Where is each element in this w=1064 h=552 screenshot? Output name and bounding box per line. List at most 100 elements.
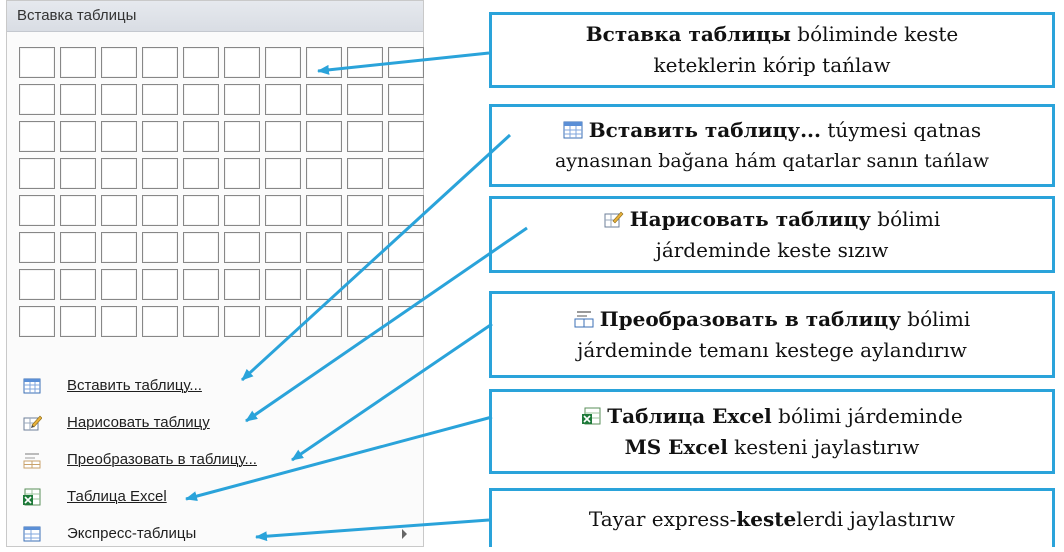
grid-cell[interactable]: [265, 195, 301, 226]
table-size-grid[interactable]: [19, 47, 424, 337]
grid-cell[interactable]: [101, 158, 137, 189]
grid-cell[interactable]: [306, 84, 342, 115]
grid-cell[interactable]: [60, 47, 96, 78]
grid-cell[interactable]: [347, 121, 383, 152]
grid-cell[interactable]: [388, 232, 424, 263]
grid-cell[interactable]: [183, 158, 219, 189]
grid-cell[interactable]: [101, 47, 137, 78]
grid-cell[interactable]: [306, 306, 342, 337]
grid-cell[interactable]: [265, 269, 301, 300]
grid-cell[interactable]: [265, 47, 301, 78]
callout-text: Tayar express-: [588, 506, 737, 531]
grid-cell[interactable]: [347, 195, 383, 226]
grid-cell[interactable]: [183, 195, 219, 226]
convert-to-table-icon: [574, 306, 594, 327]
grid-cell[interactable]: [60, 306, 96, 337]
grid-cell[interactable]: [183, 232, 219, 263]
grid-cell[interactable]: [60, 158, 96, 189]
grid-cell[interactable]: [142, 195, 178, 226]
menu-item-draw-table[interactable]: Нарисовать таблицу: [7, 405, 423, 441]
grid-cell[interactable]: [224, 84, 260, 115]
insert-table-icon: [22, 376, 42, 396]
grid-cell[interactable]: [19, 47, 55, 78]
grid-cell[interactable]: [306, 47, 342, 78]
grid-cell[interactable]: [183, 84, 219, 115]
grid-cell[interactable]: [306, 121, 342, 152]
menu-item-convert-to-table[interactable]: Преобразовать в таблицу...: [7, 442, 423, 478]
grid-cell[interactable]: [224, 269, 260, 300]
callout-line: Преобразовать в таблицу bólimi: [492, 304, 1052, 335]
grid-cell[interactable]: [347, 47, 383, 78]
grid-cell[interactable]: [183, 306, 219, 337]
grid-cell[interactable]: [224, 47, 260, 78]
grid-cell[interactable]: [388, 158, 424, 189]
grid-cell[interactable]: [142, 47, 178, 78]
grid-cell[interactable]: [19, 158, 55, 189]
grid-cell[interactable]: [265, 306, 301, 337]
excel-table-icon: [22, 487, 42, 507]
grid-cell[interactable]: [142, 84, 178, 115]
grid-cell[interactable]: [306, 158, 342, 189]
callout-line: járdeminde keste sızıw: [655, 237, 889, 262]
grid-cell[interactable]: [347, 306, 383, 337]
callout-convert-to-table: Преобразовать в таблицу bólimi járdemind…: [489, 291, 1055, 378]
grid-cell[interactable]: [101, 232, 137, 263]
grid-cell[interactable]: [224, 195, 260, 226]
grid-cell[interactable]: [265, 232, 301, 263]
grid-cell[interactable]: [142, 269, 178, 300]
grid-cell[interactable]: [388, 84, 424, 115]
grid-cell[interactable]: [19, 195, 55, 226]
grid-cell[interactable]: [224, 121, 260, 152]
menu-item-insert-table[interactable]: Вставить таблицу...: [7, 368, 423, 404]
grid-cell[interactable]: [101, 121, 137, 152]
grid-cell[interactable]: [347, 232, 383, 263]
quick-tables-icon: [22, 524, 42, 544]
callout-excel-table: Таблица Excel bólimi járdeminde MS Excel…: [489, 389, 1055, 474]
grid-cell[interactable]: [101, 84, 137, 115]
callout-bold-text: Вставка таблицы: [585, 22, 791, 46]
grid-cell[interactable]: [183, 269, 219, 300]
grid-cell[interactable]: [347, 158, 383, 189]
grid-cell[interactable]: [265, 158, 301, 189]
grid-cell[interactable]: [388, 306, 424, 337]
grid-cell[interactable]: [142, 121, 178, 152]
grid-cell[interactable]: [142, 158, 178, 189]
grid-cell[interactable]: [306, 232, 342, 263]
grid-cell[interactable]: [224, 232, 260, 263]
grid-cell[interactable]: [347, 84, 383, 115]
grid-cell[interactable]: [388, 195, 424, 226]
grid-cell[interactable]: [19, 121, 55, 152]
callout-line: járdeminde temanı kestege aylandırıw: [577, 337, 967, 362]
grid-cell[interactable]: [265, 84, 301, 115]
grid-cell[interactable]: [306, 195, 342, 226]
grid-cell[interactable]: [60, 84, 96, 115]
grid-cell[interactable]: [142, 232, 178, 263]
grid-cell[interactable]: [60, 195, 96, 226]
grid-cell[interactable]: [142, 306, 178, 337]
grid-cell[interactable]: [19, 306, 55, 337]
callout-line: aynasınan bağana hám qatarlar sanın tańl…: [554, 149, 990, 172]
grid-cell[interactable]: [183, 47, 219, 78]
grid-cell[interactable]: [224, 306, 260, 337]
callout-bold-text: Таблица Excel: [607, 403, 772, 428]
grid-cell[interactable]: [19, 269, 55, 300]
callout-text: bólimi: [870, 206, 941, 231]
grid-cell[interactable]: [347, 269, 383, 300]
grid-cell[interactable]: [101, 306, 137, 337]
grid-cell[interactable]: [388, 121, 424, 152]
insert-table-icon: [563, 117, 583, 138]
grid-cell[interactable]: [101, 269, 137, 300]
grid-cell[interactable]: [60, 232, 96, 263]
grid-cell[interactable]: [183, 121, 219, 152]
grid-cell[interactable]: [60, 269, 96, 300]
grid-cell[interactable]: [306, 269, 342, 300]
grid-cell[interactable]: [19, 84, 55, 115]
grid-cell[interactable]: [224, 158, 260, 189]
grid-cell[interactable]: [60, 121, 96, 152]
grid-cell[interactable]: [388, 269, 424, 300]
grid-cell[interactable]: [19, 232, 55, 263]
grid-cell[interactable]: [265, 121, 301, 152]
grid-cell[interactable]: [388, 47, 424, 78]
grid-cell[interactable]: [101, 195, 137, 226]
menu-item-excel-table[interactable]: Таблица Excel: [7, 479, 423, 515]
